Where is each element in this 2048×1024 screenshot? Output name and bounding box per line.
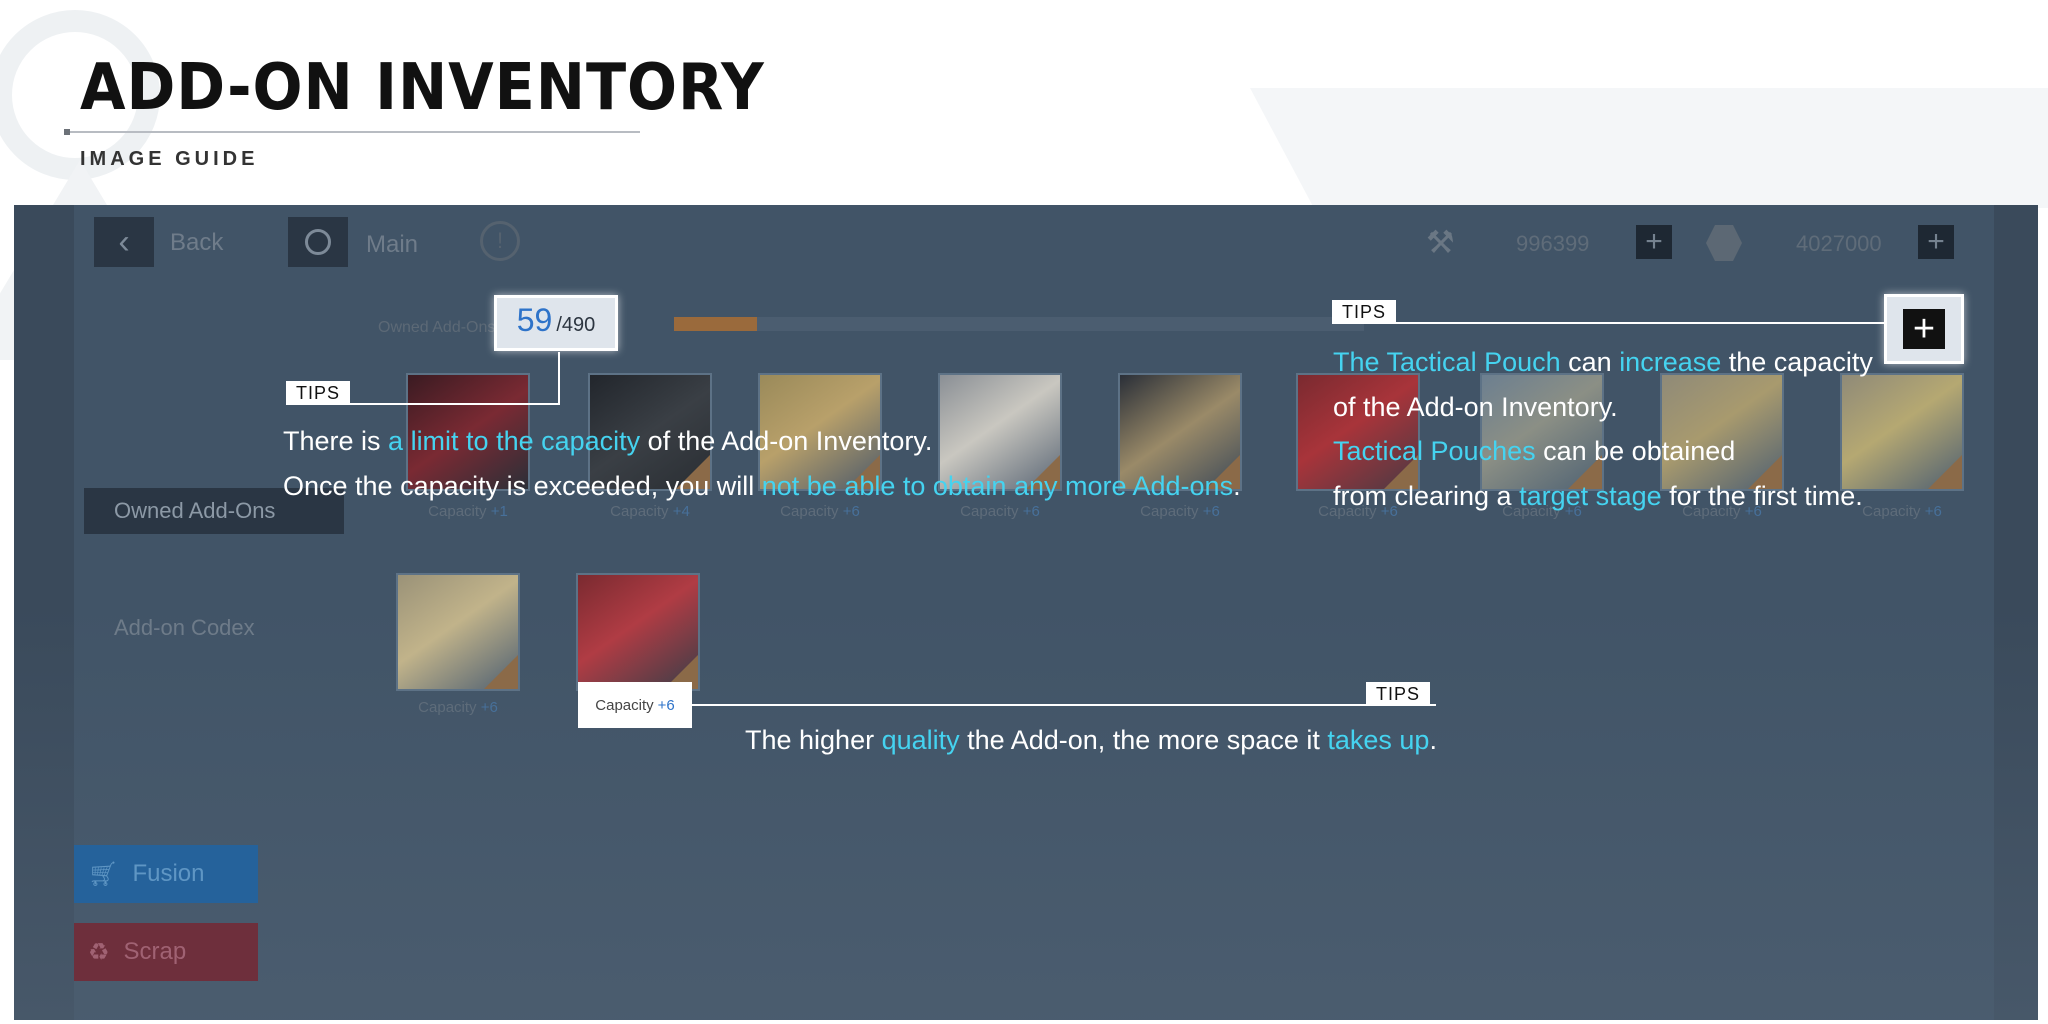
page-title: ADD-ON INVENTORY: [80, 51, 765, 125]
recycle-icon: ♻: [88, 938, 110, 966]
scrap-label: Scrap: [123, 938, 187, 965]
header-deco-band: [1250, 88, 2048, 208]
tip1-line2: Once the capacity is exceeded, you will …: [283, 471, 1241, 501]
tip2-line4: from clearing a target stage for the fir…: [1333, 481, 1863, 511]
panel-shade: [14, 605, 2038, 1020]
currency-1-add-button[interactable]: +: [1636, 225, 1672, 259]
cart-icon: 🛒︎: [88, 860, 119, 888]
tip1-connector-vertical: [558, 352, 560, 405]
tip1-tag: TIPS: [286, 381, 351, 405]
currency-2-value: 4027000: [1796, 231, 1882, 256]
plus-icon: +: [1903, 309, 1945, 349]
capacity-counter: 59 /490: [494, 295, 618, 351]
tip2-line1: The Tactical Pouch can increase the capa…: [1333, 347, 1873, 377]
fusion-label: Fusion: [132, 860, 205, 887]
page-subtitle: IMAGE GUIDE: [80, 148, 259, 170]
wrench-icon: ⚒: [1426, 224, 1455, 260]
tip2-connector: [1334, 322, 1886, 324]
tip1-line1: There is a limit to the capacity of the …: [283, 426, 933, 456]
main-label[interactable]: Main: [366, 231, 418, 259]
title-divider-dot: [64, 129, 70, 135]
back-button[interactable]: ‹: [94, 217, 154, 267]
fusion-button[interactable]: 🛒︎ Fusion: [74, 845, 258, 903]
addon-card[interactable]: [576, 573, 700, 691]
info-icon[interactable]: !: [480, 221, 520, 261]
back-label[interactable]: Back: [170, 229, 223, 257]
scrap-button[interactable]: ♻ Scrap: [74, 923, 258, 981]
capacity-highlight: Capacity +6: [578, 682, 692, 728]
tactical-pouch-add-button[interactable]: +: [1884, 294, 1964, 364]
capacity-bar-fill: [674, 317, 757, 331]
capacity-current: 59: [516, 302, 553, 338]
card-capacity-label: Capacity +6: [418, 699, 498, 716]
currency-2-add-button[interactable]: +: [1918, 225, 1954, 259]
sidebar-item-addon-codex[interactable]: Add-on Codex: [114, 615, 255, 641]
currency-1-value: 996399: [1516, 231, 1590, 256]
owned-addons-label: Owned Add-Ons: [378, 319, 496, 336]
game-screenshot-panel: ‹ Back Main ! ⚒ 996399 + 4027000 + Owned…: [14, 205, 2038, 1020]
chevron-left-icon: ‹: [118, 222, 130, 261]
tip3-connector: [692, 704, 1436, 706]
capacity-bar-track: [674, 317, 1364, 331]
tip3-text: The higher quality the Add-on, the more …: [745, 725, 1437, 755]
capacity-max: /490: [556, 314, 596, 336]
tip3-tag: TIPS: [1366, 682, 1431, 706]
main-button[interactable]: [288, 217, 348, 267]
tip2-tag: TIPS: [1332, 300, 1397, 324]
addon-card[interactable]: [396, 573, 520, 691]
tip2-line3: Tactical Pouches can be obtained: [1333, 436, 1736, 466]
title-divider: [66, 131, 640, 133]
tip2-line2: of the Add-on Inventory.: [1333, 392, 1618, 422]
circle-icon: [305, 229, 331, 255]
